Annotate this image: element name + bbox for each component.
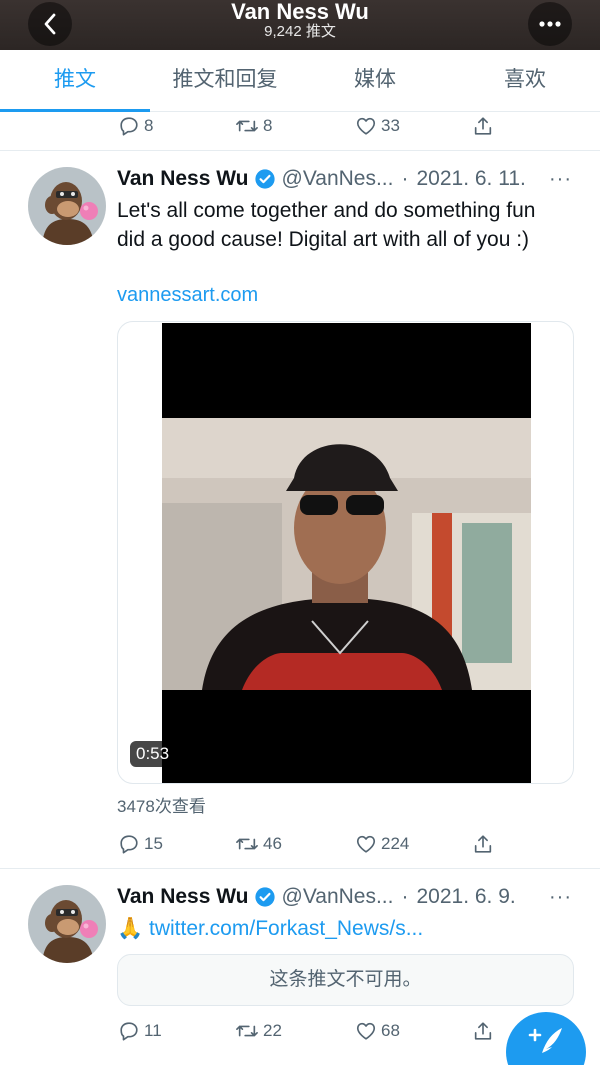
reply-count: 15 <box>144 834 163 853</box>
verified-badge-icon <box>254 886 276 908</box>
reply-icon <box>120 1022 138 1041</box>
retweet-count: 22 <box>263 1021 282 1040</box>
more-horizontal-icon <box>539 21 561 27</box>
avatar[interactable] <box>28 885 106 963</box>
tab-tweets-and-replies[interactable]: 推文和回复 <box>150 50 300 111</box>
tweet-text: 🙏 twitter.com/Forkast_News/s... <box>117 914 567 943</box>
share-button[interactable] <box>472 115 494 137</box>
avatar[interactable] <box>28 167 106 245</box>
reply-button[interactable]: 11 <box>118 1020 235 1042</box>
divider <box>0 868 600 869</box>
retweet-button[interactable]: 8 <box>235 115 355 137</box>
view-count: 3478次查看 <box>117 797 206 816</box>
tweet-header: Van Ness Wu @VanNes... · 2021. 6. 9. ··· <box>117 884 572 910</box>
verified-badge-icon <box>254 168 276 190</box>
tab-media[interactable]: 媒体 <box>300 50 450 111</box>
tweet-actions: 11 22 68 <box>118 1018 494 1044</box>
heart-icon <box>356 1022 376 1040</box>
tweet-more-button[interactable]: ··· <box>549 886 572 909</box>
profile-header: Van Ness Wu 9,242 推文 <box>0 0 600 50</box>
compose-tweet-button[interactable] <box>506 1012 586 1065</box>
tweet-more-button[interactable]: ··· <box>549 168 572 191</box>
share-icon <box>474 835 492 853</box>
like-button[interactable]: 33 <box>355 115 472 137</box>
divider <box>0 150 600 151</box>
tweet-date[interactable]: 2021. 6. 9. <box>416 885 515 909</box>
praying-hands-icon: 🙏 <box>117 917 144 940</box>
tweet-header: Van Ness Wu @VanNes... · 2021. 6. 11. ··… <box>117 166 572 192</box>
profile-tabs: 推文 推文和回复 媒体 喜欢 <box>0 50 600 112</box>
like-count: 33 <box>381 116 400 135</box>
reply-icon <box>120 835 138 854</box>
heart-icon <box>356 117 376 135</box>
tab-tweets[interactable]: 推文 <box>0 50 150 112</box>
tweet-actions: 8 8 33 <box>118 113 494 139</box>
tweet-text: Let's all come together and do something… <box>117 199 536 251</box>
ape-avatar-icon <box>28 167 106 245</box>
unavailable-quote: 这条推文不可用。 <box>117 954 574 1006</box>
video-duration: 0:53 <box>130 741 176 767</box>
retweet-icon <box>236 120 258 132</box>
share-icon <box>474 1022 492 1040</box>
reply-button[interactable]: 15 <box>118 833 235 855</box>
tweet-link[interactable]: twitter.com/Forkast_News/s... <box>149 917 423 940</box>
heart-icon <box>356 835 376 853</box>
separator: · <box>401 167 409 190</box>
retweet-button[interactable]: 46 <box>235 833 355 855</box>
profile-name: Van Ness Wu <box>231 0 369 24</box>
retweet-button[interactable]: 22 <box>235 1020 355 1042</box>
reply-count: 11 <box>144 1021 162 1040</box>
tweet-link[interactable]: vannessart.com <box>117 284 258 307</box>
author-name[interactable]: Van Ness Wu <box>117 885 249 909</box>
reply-button[interactable]: 8 <box>118 115 235 137</box>
author-name[interactable]: Van Ness Wu <box>117 167 249 191</box>
video-thumbnail <box>162 323 531 783</box>
author-handle[interactable]: @VanNes... <box>282 167 394 191</box>
like-count: 224 <box>381 834 410 853</box>
retweet-icon <box>236 1025 258 1037</box>
tweet-date[interactable]: 2021. 6. 11. <box>416 167 525 191</box>
video-frame <box>162 323 531 783</box>
author-handle[interactable]: @VanNes... <box>282 885 394 909</box>
share-button[interactable] <box>472 833 494 855</box>
tab-likes[interactable]: 喜欢 <box>450 50 600 111</box>
more-button[interactable] <box>528 2 572 46</box>
retweet-count: 8 <box>263 116 273 135</box>
like-button[interactable]: 68 <box>355 1020 472 1042</box>
tweet-count: 9,242 推文 <box>264 23 336 40</box>
tweet-actions: 15 46 224 <box>118 831 494 857</box>
like-button[interactable]: 224 <box>355 833 472 855</box>
video-player[interactable] <box>117 321 574 784</box>
feather-plus-icon <box>528 1028 562 1053</box>
share-icon <box>474 117 492 135</box>
share-button[interactable] <box>472 1020 494 1042</box>
reply-count: 8 <box>144 116 154 135</box>
reply-icon <box>120 117 138 136</box>
like-count: 68 <box>381 1021 400 1040</box>
retweet-icon <box>236 838 258 850</box>
ape-avatar-icon <box>28 885 106 963</box>
separator: · <box>401 885 409 908</box>
retweet-count: 46 <box>263 834 282 853</box>
